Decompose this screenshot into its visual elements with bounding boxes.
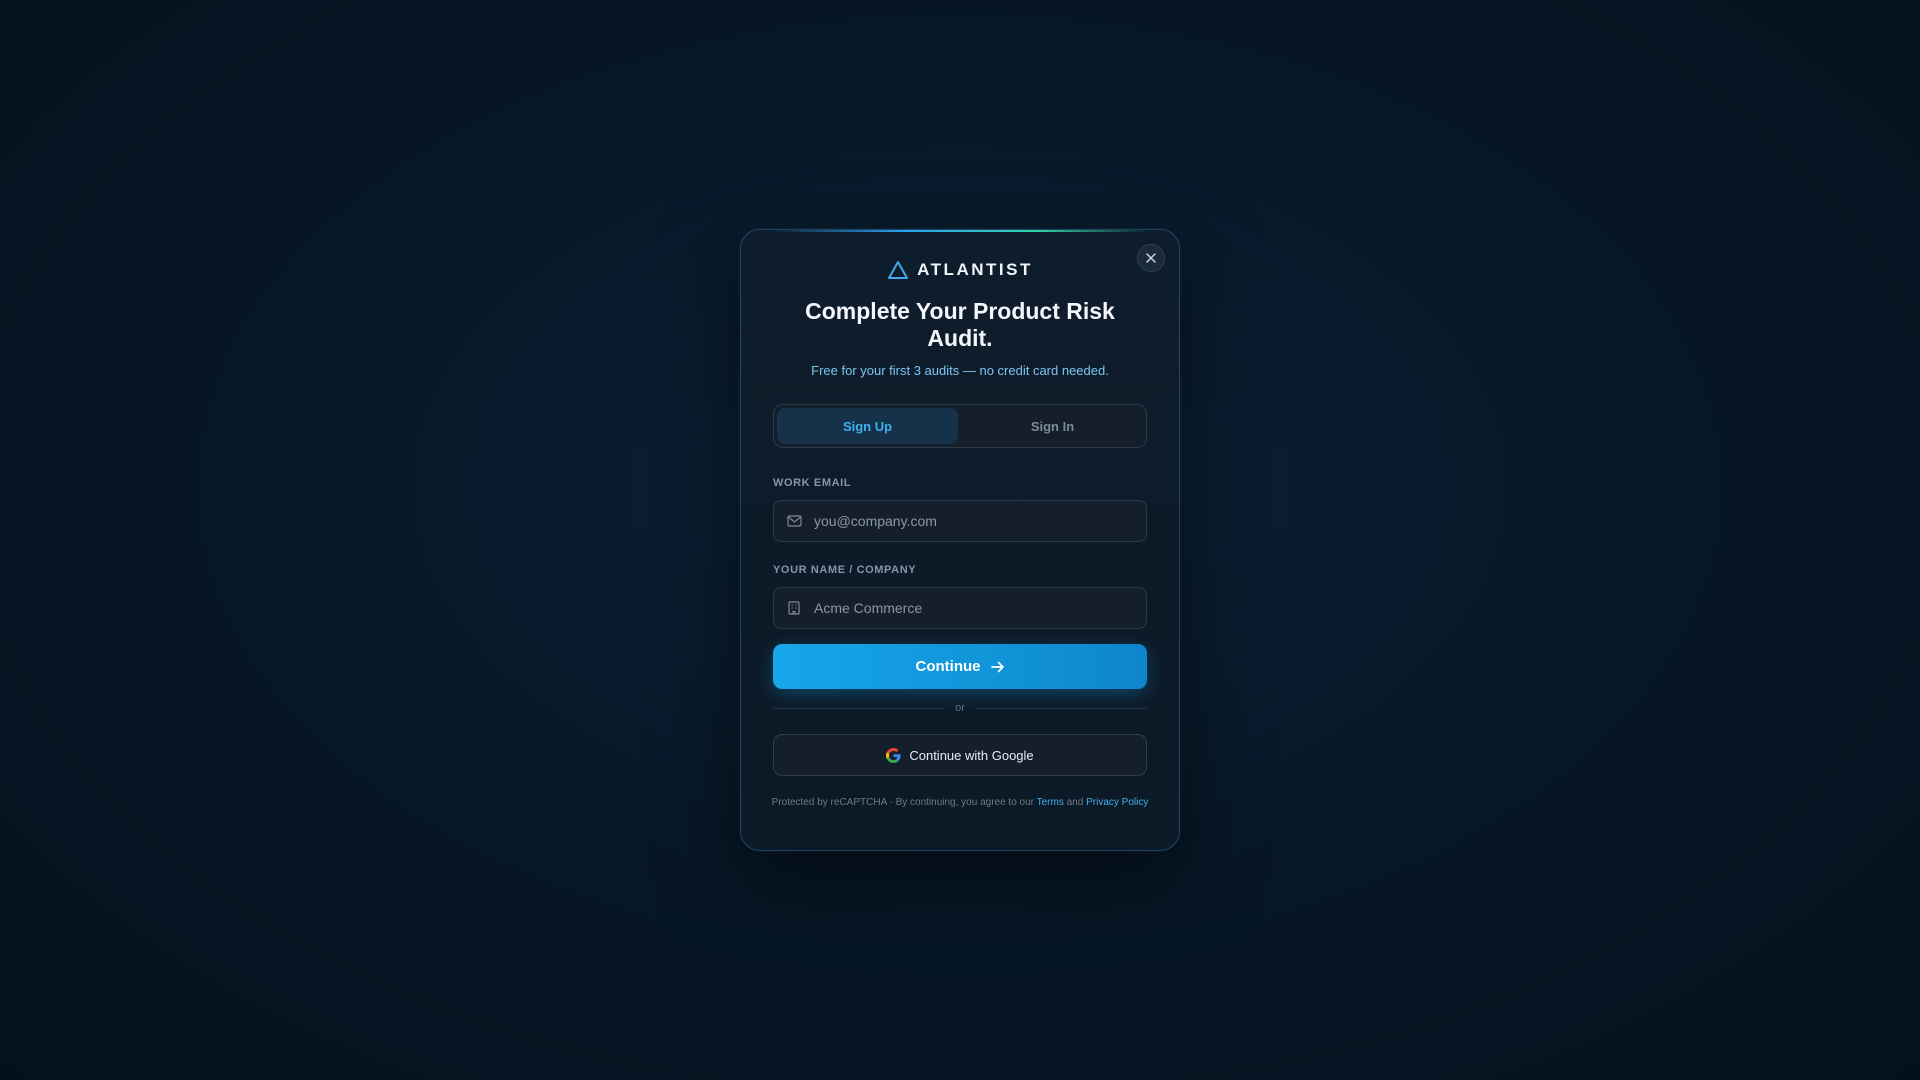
email-label: WORK EMAIL (773, 477, 852, 489)
tab-sign-in[interactable]: Sign In (962, 408, 1143, 444)
arrow-right-icon (990, 661, 1004, 672)
divider-line-left (773, 707, 946, 709)
mail-icon (786, 513, 802, 529)
google-icon (886, 747, 901, 763)
privacy-policy-link[interactable]: Privacy Policy (1086, 797, 1148, 808)
name-company-field-wrapper[interactable] (773, 587, 1147, 629)
continue-button[interactable]: Continue (773, 644, 1147, 689)
modal-subtitle: Free for your first 3 audits — no credit… (811, 363, 1109, 378)
continue-label: Continue (915, 658, 981, 675)
email-field-wrapper[interactable] (773, 500, 1147, 542)
google-signin-button[interactable]: Continue with Google (773, 734, 1147, 776)
brand: ATLANTIST (741, 260, 1179, 280)
legal-prefix: Protected by reCAPTCHA · By continuing, … (771, 797, 1034, 808)
terms-link[interactable]: Terms (1037, 797, 1064, 808)
modal-title: Complete Your Product Risk Audit. (805, 298, 1115, 351)
divider-line-right (974, 707, 1147, 709)
or-divider: or (773, 700, 1147, 716)
google-button-label: Continue with Google (909, 747, 1034, 763)
brand-name: ATLANTIST (917, 260, 1033, 279)
tab-sign-up[interactable]: Sign Up (777, 408, 958, 444)
name-company-label: YOUR NAME / COMPANY (773, 564, 917, 576)
divider-text: or (955, 702, 965, 714)
modal-top-glow (771, 230, 1149, 232)
auth-tabs: Sign Up Sign In (773, 404, 1147, 448)
building-icon (786, 600, 802, 616)
legal-and: and (1066, 797, 1084, 808)
name-company-field[interactable] (812, 599, 1136, 617)
logo-triangle-icon (888, 261, 909, 279)
auth-modal: ATLANTIST Complete Your Product Risk Aud… (740, 229, 1180, 851)
legal-notice: Protected by reCAPTCHA · By continuing, … (771, 795, 1149, 811)
email-field[interactable] (812, 512, 1136, 530)
